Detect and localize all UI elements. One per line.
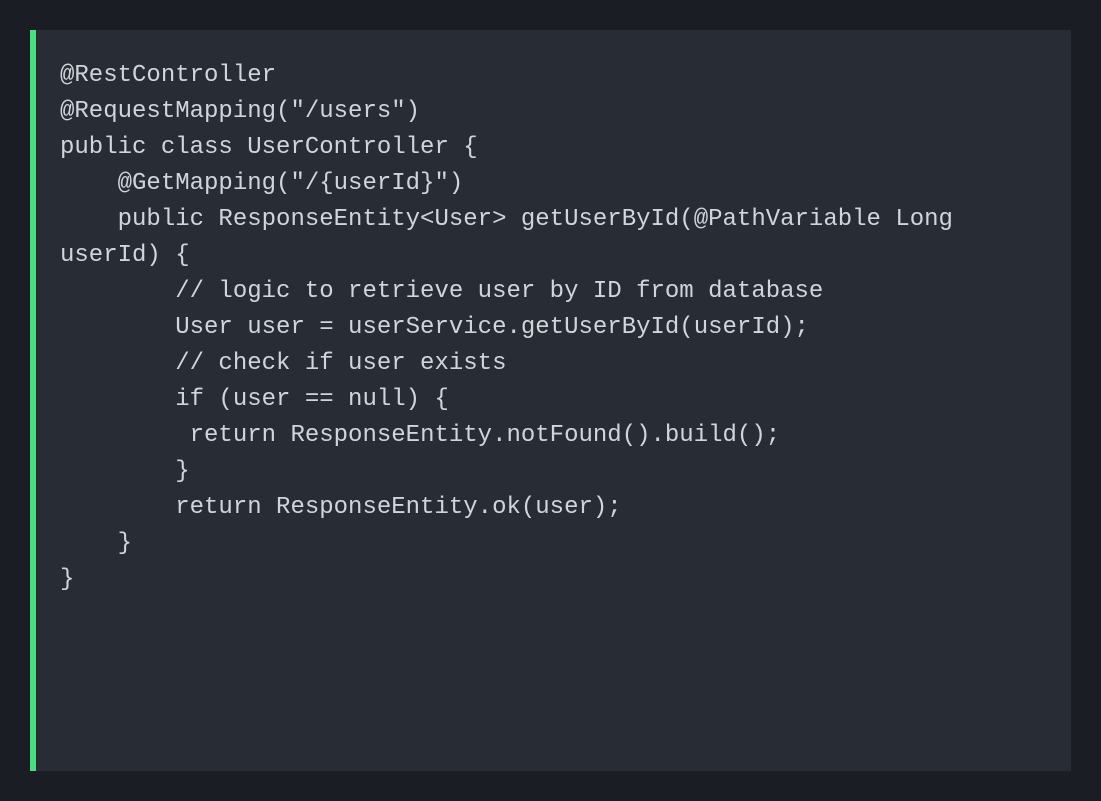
code-block: @RestController @RequestMapping("/users"…	[30, 30, 1071, 771]
code-line: return ResponseEntity.ok(user);	[60, 490, 1047, 526]
code-line: // logic to retrieve user by ID from dat…	[60, 274, 1047, 310]
code-line: public class UserController {	[60, 130, 1047, 166]
code-line: if (user == null) {	[60, 382, 1047, 418]
code-line: @RequestMapping("/users")	[60, 94, 1047, 130]
code-line: @GetMapping("/{userId}")	[60, 166, 1047, 202]
code-line: @RestController	[60, 58, 1047, 94]
code-line: // check if user exists	[60, 346, 1047, 382]
code-line: return ResponseEntity.notFound().build()…	[60, 418, 1047, 454]
code-line: public ResponseEntity<User> getUserById(…	[60, 202, 1047, 274]
code-line: }	[60, 562, 1047, 598]
code-line: }	[60, 454, 1047, 490]
code-line: }	[60, 526, 1047, 562]
code-line: User user = userService.getUserById(user…	[60, 310, 1047, 346]
